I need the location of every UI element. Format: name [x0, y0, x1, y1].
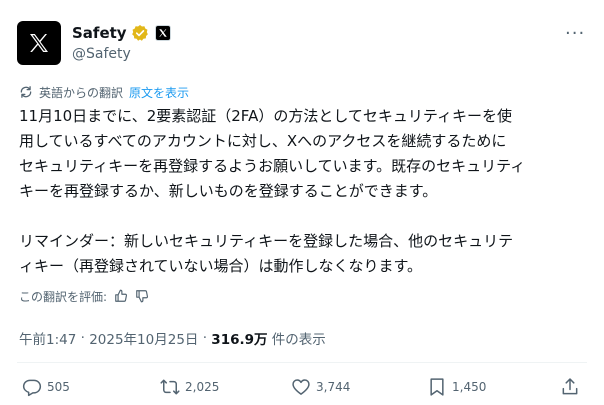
bookmark-icon — [430, 378, 444, 396]
author-name-row: Safety — [72, 23, 171, 43]
x-logo-icon — [30, 34, 48, 52]
like-count: 3,744 — [316, 380, 351, 394]
share-button[interactable] — [560, 375, 580, 399]
post-meta: 午前1:47 · 2025年10月25日 · 316.9万 件の表示 — [19, 328, 326, 348]
rate-translation-label: この翻訳を評価: — [19, 289, 108, 304]
post-body-line: 11月10日までに、2要素認証（2FA）の方法としてセキュリティキーを使 — [19, 107, 512, 125]
share-icon — [562, 378, 578, 395]
post-body-line: 用しているすべてのアカウントに対し、Xへのアクセスを継続するために — [19, 132, 507, 150]
post-body-line: ィキー（再登録されていない場合）は動作しなくなります。 — [19, 257, 423, 275]
post-body-line: リマインダー：新しいセキュリティキーを登録した場合、他のセキュリテ — [19, 232, 514, 250]
reply-count: 505 — [47, 380, 70, 394]
post-body-line: キーを再登録するか、新しいものを登録することができます。 — [19, 182, 438, 200]
translate-icon — [20, 86, 32, 98]
verified-badge-icon[interactable] — [131, 24, 149, 42]
like-button[interactable]: 3,744 — [291, 375, 350, 399]
more-options-button[interactable]: ··· — [565, 24, 585, 44]
bookmark-count: 1,450 — [452, 380, 487, 394]
rate-translation: この翻訳を評価: — [19, 287, 149, 305]
post-date[interactable]: 2025年10月25日 — [89, 328, 198, 348]
views-count: 316.9万 — [211, 332, 268, 348]
meta-separator: · — [76, 330, 90, 346]
avatar[interactable] — [17, 21, 61, 65]
views-label: 件の表示 — [267, 332, 326, 348]
author-name[interactable]: Safety — [72, 24, 127, 42]
affiliate-x-badge-icon[interactable] — [154, 25, 171, 41]
post-detail: Safety @Safety ··· 英語からの翻訳 原文を表示 11月10日ま… — [0, 0, 604, 405]
heart-icon — [292, 379, 310, 395]
repost-icon — [160, 379, 180, 395]
thumbs-down-icon[interactable] — [135, 289, 149, 303]
repost-button[interactable]: 2,025 — [160, 375, 219, 399]
thumbs-up-icon[interactable] — [114, 289, 128, 303]
repost-count: 2,025 — [185, 380, 220, 394]
post-time[interactable]: 午前1:47 — [19, 328, 76, 348]
translation-notice: 英語からの翻訳 原文を表示 — [19, 83, 189, 101]
translation-label: 英語からの翻訳 — [39, 85, 124, 100]
author-handle[interactable]: @Safety — [72, 46, 131, 62]
action-bar: 505 2,025 3,744 1,450 — [0, 375, 604, 399]
bookmark-button[interactable]: 1,450 — [427, 375, 486, 399]
show-original-link[interactable]: 原文を表示 — [129, 84, 189, 101]
post-body-line: セキュリティキーを再登録するようお願いしています。既存のセキュリティ — [19, 157, 526, 175]
meta-separator: · — [198, 330, 212, 346]
reply-button[interactable]: 505 — [22, 375, 70, 399]
post-body: 11月10日までに、2要素認証（2FA）の方法としてセキュリティキーを使 用して… — [19, 104, 591, 279]
reply-icon — [22, 379, 42, 397]
divider — [17, 362, 587, 363]
